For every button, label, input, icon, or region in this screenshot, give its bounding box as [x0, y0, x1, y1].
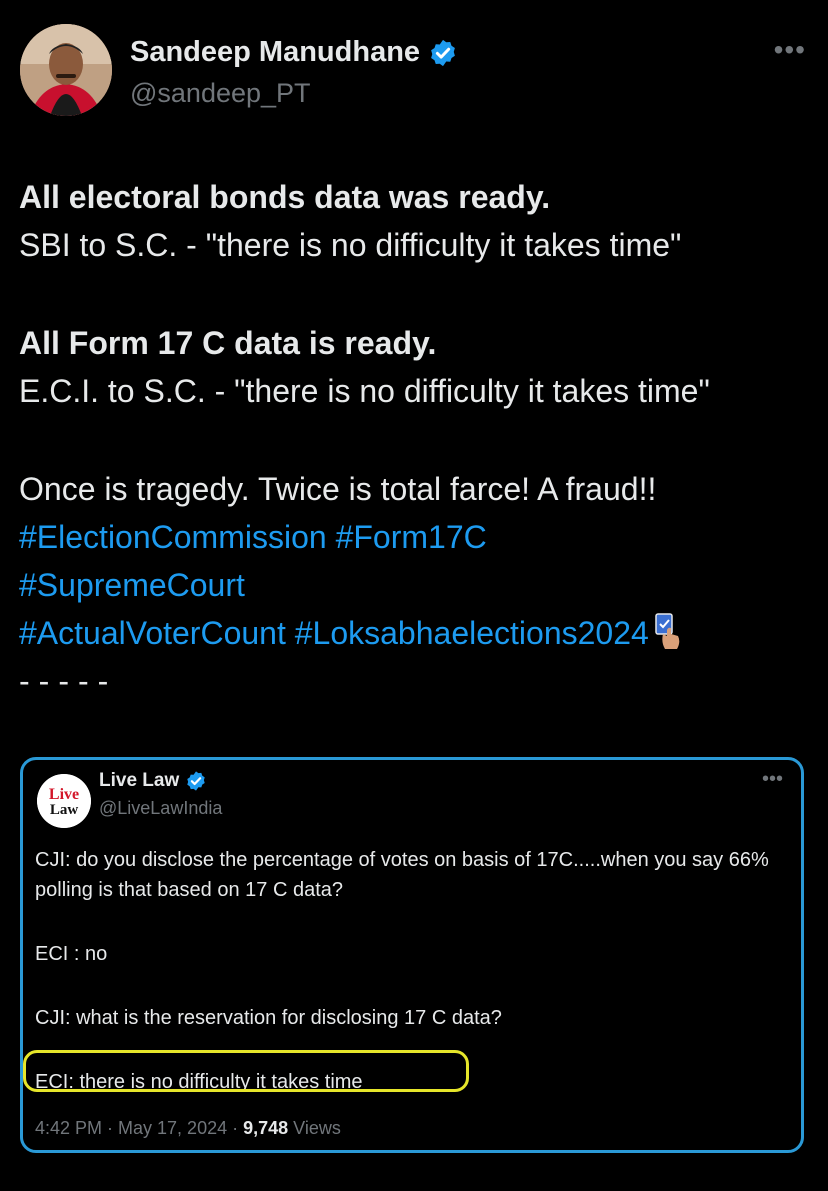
tweet-line-2: SBI to S.C. - "there is no difficulty it…: [19, 227, 682, 263]
views-label: Views: [288, 1118, 341, 1138]
author-handle[interactable]: @sandeep_PT: [130, 78, 311, 109]
quote-line-1: CJI: do you disclose the percentage of v…: [35, 849, 769, 901]
avatar-photo: [20, 24, 112, 116]
quote-line-2: ECI : no: [35, 943, 108, 965]
quote-metadata: 4:42 PM · May 17, 2024 · 9,748 Views: [35, 1118, 341, 1139]
quote-line-3: CJI: what is the reservation for disclos…: [35, 1007, 502, 1029]
more-options-icon[interactable]: •••: [774, 34, 806, 66]
tweet-line-3: All Form 17 C data is ready.: [19, 325, 437, 361]
quoted-tweet[interactable]: Live Law Live Law @LiveLawIndia ••• CJI:…: [20, 757, 804, 1153]
quote-name-row: Live Law: [99, 770, 207, 792]
livelaw-avatar[interactable]: Live Law: [37, 774, 91, 828]
svg-text:Law: Law: [50, 802, 79, 818]
hashtag-link[interactable]: #Form17C: [336, 519, 487, 555]
hashtag-link[interactable]: #Loksabhaelections2024: [295, 615, 649, 651]
hashtag-link[interactable]: #ActualVoterCount: [19, 615, 286, 651]
tweet-dashes: -----: [19, 663, 118, 699]
verified-badge-icon: [431, 39, 455, 66]
quote-author-handle[interactable]: @LiveLawIndia: [99, 798, 222, 819]
tweet-line-5: Once is tragedy. Twice is total farce! A…: [19, 471, 657, 507]
quote-timestamp[interactable]: 4:42 PM · May 17, 2024 ·: [35, 1118, 243, 1138]
hashtag-link[interactable]: #ElectionCommission: [19, 519, 327, 555]
livelaw-logo-icon: Live Law: [37, 774, 91, 828]
verified-badge-icon: [187, 771, 205, 791]
ballot-hand-icon: [655, 613, 680, 649]
svg-text:Live: Live: [49, 786, 79, 803]
author-avatar[interactable]: [20, 24, 112, 116]
quote-author-name[interactable]: Live Law: [99, 770, 179, 792]
tweet-text: All electoral bonds data was ready. SBI …: [19, 173, 814, 705]
quote-more-options-icon[interactable]: •••: [762, 768, 783, 791]
yellow-highlight-oval: [23, 1050, 469, 1092]
tweet-line-4: E.C.I. to S.C. - "there is no difficulty…: [19, 373, 710, 409]
views-count: 9,748: [243, 1118, 289, 1138]
hashtag-link[interactable]: #SupremeCourt: [19, 567, 245, 603]
author-name-row: Sandeep Manudhane: [130, 36, 458, 69]
tweet-line-1: All electoral bonds data was ready.: [19, 179, 551, 215]
author-name[interactable]: Sandeep Manudhane: [130, 36, 420, 69]
